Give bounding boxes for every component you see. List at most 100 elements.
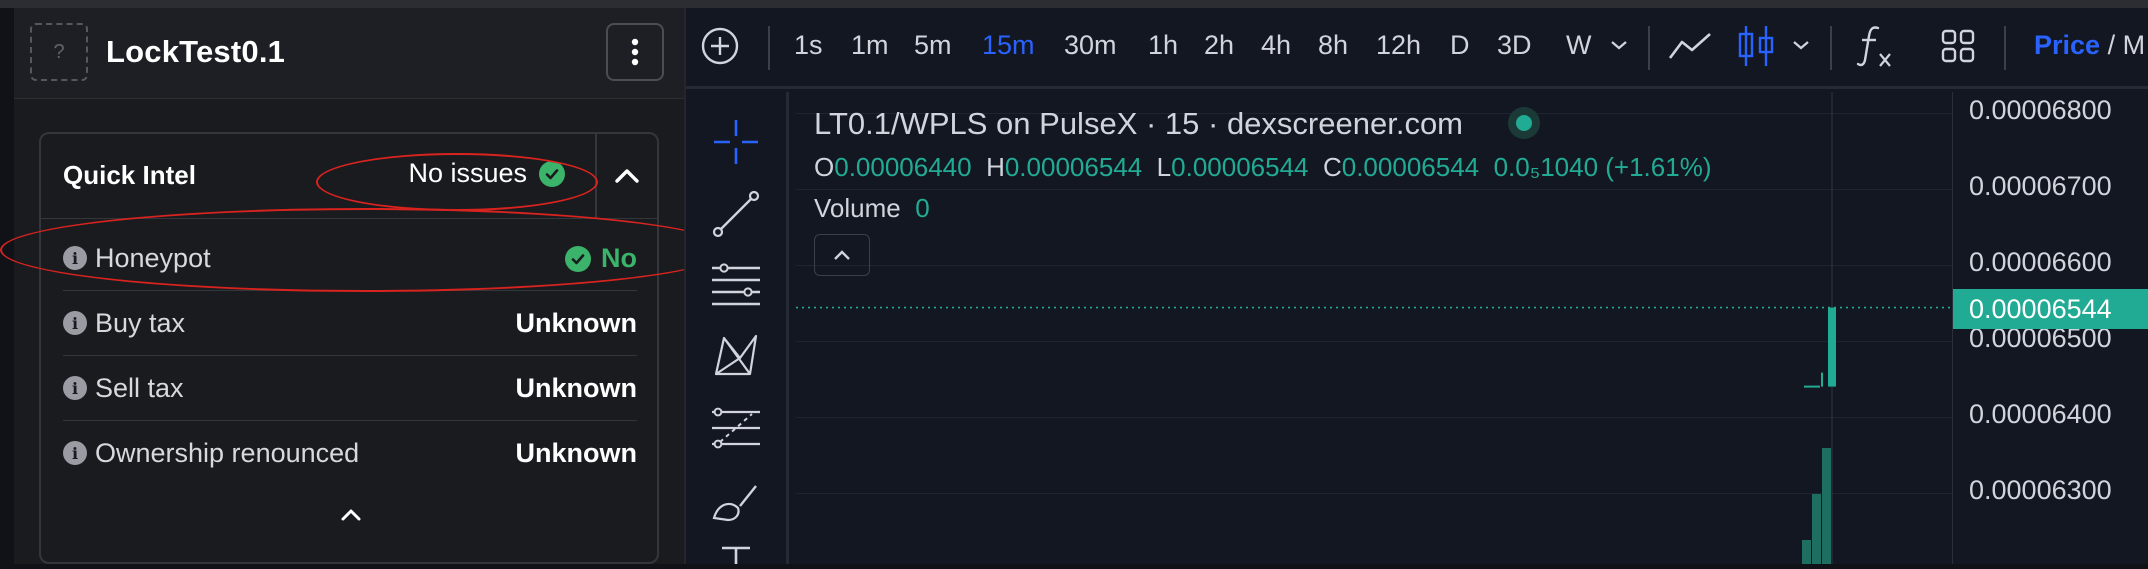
volume-legend: Volume 0: [814, 193, 930, 224]
horizontal-lines-icon: [712, 263, 760, 306]
interval-4h[interactable]: 4h: [1261, 30, 1291, 61]
intel-row-sell-tax: i Sell tax Unknown: [63, 356, 637, 421]
info-icon[interactable]: i: [63, 311, 87, 335]
interval-8h[interactable]: 8h: [1318, 30, 1348, 61]
price-label: Price: [2034, 30, 2101, 60]
interval-d[interactable]: D: [1450, 30, 1470, 61]
text-tool[interactable]: [710, 544, 762, 569]
chevron-up-icon: [834, 250, 850, 260]
ohlc-high: 0.00006544: [1004, 152, 1143, 182]
crosshair-tool[interactable]: [710, 116, 762, 173]
brush-tool[interactable]: [710, 478, 762, 535]
check-circle-icon: [565, 245, 591, 272]
interval-2h[interactable]: 2h: [1204, 30, 1234, 61]
volume-bar: [1802, 540, 1811, 564]
ohlc-change: 0.0₅1040 (+1.61%): [1493, 152, 1712, 182]
quick-intel-collapse-button[interactable]: [597, 134, 657, 218]
volume-bar: [1822, 448, 1831, 564]
kebab-menu-icon: [631, 38, 639, 66]
token-avatar: ?: [30, 23, 88, 81]
trend-line-tool[interactable]: [710, 188, 762, 245]
window-top-strip: [0, 0, 2148, 8]
intel-row-value: Unknown: [515, 438, 638, 468]
line-chart-icon: [1668, 33, 1711, 59]
token-info-panel: ? LockTest0.1 Quick Intel No issues i Ho…: [14, 8, 684, 564]
interval-1s[interactable]: 1s: [794, 30, 823, 61]
chevron-down-icon: [1793, 41, 1809, 50]
info-icon[interactable]: i: [63, 376, 87, 400]
trend-line-icon: [712, 190, 760, 238]
toolbar-separator: [1648, 26, 1650, 70]
volume-value: 0: [915, 193, 930, 223]
price-tick: 0.00006600: [1969, 247, 2112, 277]
chart-type-dropdown-button[interactable]: [1792, 38, 1810, 56]
pattern-tool[interactable]: [710, 330, 762, 387]
candle-last: [1828, 307, 1836, 387]
candles-button[interactable]: [1736, 22, 1776, 75]
info-icon[interactable]: i: [63, 441, 87, 465]
interval-1h[interactable]: 1h: [1148, 30, 1178, 61]
price-toggle[interactable]: Price / M: [2034, 30, 2145, 61]
intel-row-ownership: i Ownership renounced Unknown: [63, 421, 637, 485]
volume-bar: [1812, 494, 1821, 564]
intel-row-honeypot: i Honeypot No: [63, 226, 637, 291]
volume-label: Volume: [814, 193, 901, 223]
ohlc-high-label: H: [986, 152, 1005, 182]
add-symbol-button[interactable]: [700, 26, 740, 71]
check-circle-icon: [539, 160, 565, 187]
line-chart-button[interactable]: [1666, 28, 1714, 69]
legend-collapse-button[interactable]: [814, 234, 870, 276]
info-icon[interactable]: i: [63, 246, 87, 270]
interval-12h[interactable]: 12h: [1376, 30, 1421, 61]
pattern-icon: [714, 334, 758, 376]
plus-circle-icon: [701, 27, 739, 65]
chart-legend-title: LT0.1/WPLS on PulseX · 15 · dexscreener.…: [814, 106, 1464, 141]
candles-icon: [1738, 26, 1774, 66]
ohlc-values: O0.00006440 H0.00006544 L0.00006544 C0.0…: [814, 152, 1711, 183]
price-axis[interactable]: 0.00006800 0.00006700 0.00006600 0.00006…: [1952, 92, 2148, 564]
current-price-label: 0.00006544: [1953, 289, 2148, 329]
price-suffix: / M: [2107, 30, 2146, 60]
interval-30m[interactable]: 30m: [1064, 30, 1117, 61]
token-menu-button[interactable]: [606, 23, 664, 81]
intel-row-label: Buy tax: [95, 308, 186, 338]
price-tick: 0.00006700: [1969, 171, 2112, 201]
function-icon: [1856, 26, 1891, 67]
honeypot-value: No: [601, 243, 637, 273]
drawing-toolbar: [690, 92, 789, 564]
interval-5m[interactable]: 5m: [914, 30, 952, 61]
layout-button[interactable]: [1940, 28, 1976, 69]
interval-1m[interactable]: 1m: [851, 30, 889, 61]
indicators-button[interactable]: [1856, 22, 1896, 75]
token-header: ? LockTest0.1: [14, 8, 684, 99]
status-dot: [1516, 115, 1532, 131]
ohlc-low: 0.00006544: [1171, 152, 1309, 182]
quick-intel-status-text: No issues: [408, 158, 527, 188]
layout-grid-icon: [1941, 29, 1975, 63]
text-icon: [722, 546, 750, 564]
quick-intel-card: Quick Intel No issues i Honeypot No i Bu…: [39, 132, 659, 564]
price-tick: 0.00006400: [1969, 399, 2112, 429]
chevron-up-icon: [341, 509, 361, 521]
intel-row-buy-tax: i Buy tax Unknown: [63, 291, 637, 356]
interval-dropdown-button[interactable]: [1610, 38, 1628, 56]
horizontal-lines-tool[interactable]: [710, 258, 762, 315]
quick-intel-header[interactable]: Quick Intel No issues: [41, 134, 657, 219]
intel-row-label: Honeypot: [95, 243, 211, 273]
question-icon: ?: [53, 40, 65, 63]
ohlc-open-label: O: [814, 152, 835, 182]
ohlc-close-label: C: [1322, 152, 1342, 182]
chevron-up-icon: [615, 169, 639, 183]
show-less-button[interactable]: [331, 500, 371, 530]
token-name: LockTest0.1: [106, 34, 286, 69]
ohlc-open: 0.00006440: [834, 152, 972, 182]
interval-3d[interactable]: 3D: [1497, 30, 1532, 61]
toolbar-separator: [1830, 26, 1832, 70]
ohlc-close: 0.00006544: [1341, 152, 1480, 182]
intel-row-label: Sell tax: [95, 373, 184, 403]
interval-w[interactable]: W: [1566, 30, 1591, 61]
fib-tool[interactable]: [710, 402, 762, 459]
intel-row-value: Unknown: [515, 373, 638, 403]
market-status-indicator[interactable]: [1508, 107, 1540, 139]
interval-15m[interactable]: 15m: [982, 30, 1035, 61]
